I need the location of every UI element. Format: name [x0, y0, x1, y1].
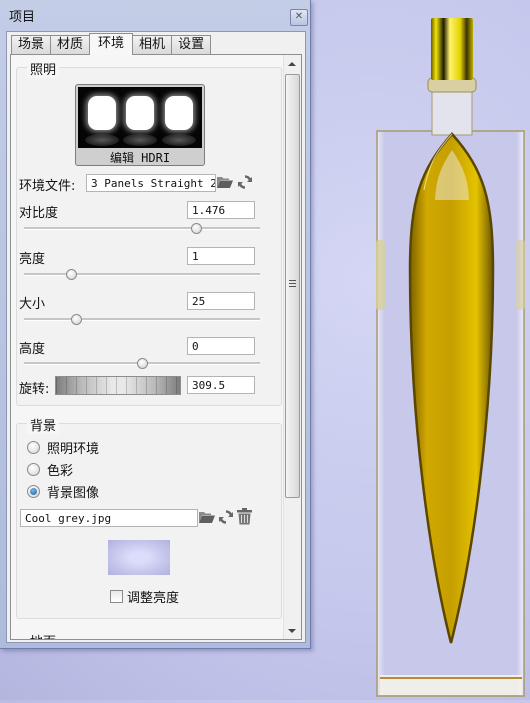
folder-open-icon[interactable] [198, 509, 216, 528]
background-image-input[interactable]: Cool grey.jpg [20, 509, 198, 527]
tab-bar: 场景 材质 环境 相机 设置 [11, 33, 212, 55]
scroll-up-arrow-icon[interactable] [288, 62, 296, 66]
height-input[interactable]: 0 [187, 337, 255, 355]
perfume-bottle-render [376, 18, 525, 697]
panel-title: 项目 [9, 10, 36, 25]
tab-settings[interactable]: 设置 [171, 35, 212, 54]
scroll-down-arrow-icon[interactable] [288, 629, 296, 633]
edit-hdri-label: 编辑 HDRI [109, 151, 171, 165]
rotation-jog-wheel[interactable] [55, 376, 181, 395]
adjust-brightness-checkbox[interactable] [110, 590, 123, 603]
radio-background-image-label[interactable]: 背景图像 [47, 482, 99, 501]
slider-knob[interactable] [191, 223, 203, 234]
edit-hdri-button[interactable]: 编辑 HDRI [75, 84, 205, 166]
rotation-label: 旋转: [19, 382, 50, 397]
close-icon: ✕ [294, 11, 304, 22]
radio-lighting-env[interactable] [27, 441, 40, 454]
ground-group-title: 地面 [27, 631, 60, 639]
radio-color[interactable] [27, 463, 40, 476]
size-label: 大小 [19, 297, 46, 312]
vertical-scrollbar[interactable] [283, 55, 301, 639]
radio-lighting-env-label[interactable]: 照明环境 [47, 438, 99, 457]
hdri-light-panel [88, 96, 116, 130]
render-viewport[interactable] [310, 0, 530, 700]
scrollbar-thumb[interactable] [285, 74, 300, 498]
hdri-light-panel [165, 96, 193, 130]
trash-icon[interactable] [236, 508, 253, 528]
environment-tab-body: 照明 编辑 HDRI 环境文件: 3 Panels Straight 2k.hd… [10, 54, 302, 640]
size-input[interactable]: 25 [187, 292, 255, 310]
size-slider[interactable] [24, 314, 260, 325]
tab-scene[interactable]: 场景 [11, 35, 52, 54]
hdri-preview [78, 87, 202, 148]
slider-knob[interactable] [70, 314, 82, 325]
tab-environment[interactable]: 环境 [89, 33, 134, 55]
brightness-label: 亮度 [19, 252, 46, 267]
project-panel: 项目 ✕ 场景 材质 环境 相机 设置 照明 编辑 HDRI 环境文件: 3 P… [0, 0, 311, 649]
adjust-brightness-label[interactable]: 调整亮度 [127, 587, 179, 606]
brightness-slider[interactable] [24, 269, 260, 280]
hdri-reflection [123, 134, 157, 146]
slider-track [24, 273, 260, 276]
grip-icon [289, 280, 296, 288]
contrast-slider[interactable] [24, 223, 260, 234]
slider-track [24, 227, 260, 230]
height-label: 高度 [19, 342, 46, 357]
tab-camera[interactable]: 相机 [132, 35, 173, 54]
lighting-group-title: 照明 [27, 59, 60, 78]
bottle-cap [431, 18, 473, 80]
slider-track [24, 318, 260, 321]
slider-knob[interactable] [137, 358, 148, 369]
slider-knob[interactable] [66, 269, 78, 280]
refresh-icon[interactable] [237, 174, 253, 193]
close-button[interactable]: ✕ [290, 9, 308, 26]
radio-color-label[interactable]: 色彩 [47, 460, 73, 479]
hdri-reflection [162, 134, 196, 146]
rotation-input[interactable]: 309.5 [187, 376, 255, 394]
refresh-icon[interactable] [218, 509, 234, 528]
panel-content: 场景 材质 环境 相机 设置 照明 编辑 HDRI 环境文件: 3 Panels… [6, 31, 306, 643]
tab-materials[interactable]: 材质 [50, 35, 91, 54]
radio-background-image[interactable] [27, 485, 40, 498]
env-file-label: 环境文件: [19, 179, 76, 194]
hdri-reflection [85, 134, 119, 146]
contrast-label: 对比度 [19, 206, 59, 221]
hdri-light-panel [126, 96, 154, 130]
height-slider[interactable] [24, 358, 260, 369]
panel-titlebar[interactable]: 项目 ✕ [0, 0, 310, 28]
folder-open-icon[interactable] [216, 174, 234, 193]
background-image-preview[interactable] [108, 540, 170, 575]
background-group: 背景 照明环境 色彩 背景图像 Cool grey.jpg 调整亮度 [16, 415, 282, 619]
lighting-group: 照明 编辑 HDRI 环境文件: 3 Panels Straight 2k.hd… [16, 59, 282, 406]
env-file-input[interactable]: 3 Panels Straight 2k.hdr [86, 174, 216, 192]
brightness-input[interactable]: 1 [187, 247, 255, 265]
background-group-title: 背景 [27, 415, 60, 434]
contrast-input[interactable]: 1.476 [187, 201, 255, 219]
ground-group: 地面 地面阴影 [27, 631, 60, 639]
